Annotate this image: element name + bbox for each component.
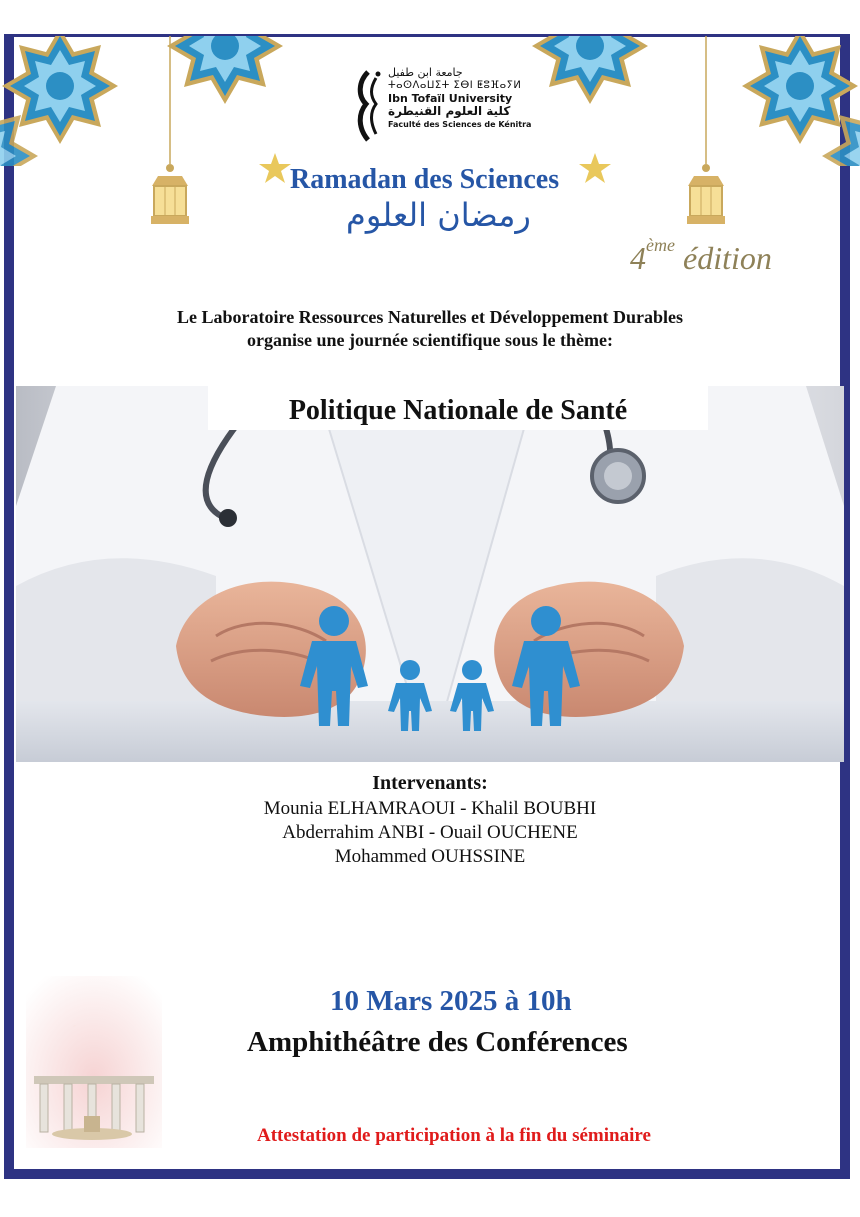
logo-arabic-university: جامعة ابن طفيل: [388, 66, 463, 79]
logo-tifinagh: ⵜⴰⵙⴷⴰⵡⵉⵜ ⵉⴱⵏ ⵟⵓⴼⴰⵢⵍ: [388, 80, 522, 91]
university-logo: جامعة ابن طفيل ⵜⴰⵙⴷⴰⵡⵉⵜ ⵉⴱⵏ ⵟⵓⴼⴰⵢⵍ Ibn T…: [354, 66, 531, 146]
intro-line-2: organise une journée scientifique sous l…: [247, 330, 613, 350]
lantern-left-icon: [151, 36, 189, 224]
edition-number: 4: [630, 240, 646, 276]
attendance-notice: Attestation de participation à la fin du…: [257, 1125, 651, 1146]
speakers-heading: Intervenants:: [372, 772, 488, 794]
ramadan-night-illustration: [26, 976, 162, 1148]
speaker-line-1: Mounia ELHAMRAOUI - Khalil BOUBHI: [263, 798, 597, 819]
logo-arabic-faculty: كلية العلوم القنيطرة: [388, 104, 511, 118]
edition-word: édition: [682, 240, 772, 276]
lantern-right-icon: [687, 36, 725, 224]
speaker-line-3: Mohammed OUHSSINE: [334, 846, 526, 867]
event-title-ar: رمضان العلوم: [346, 196, 531, 234]
health-illustration: [16, 386, 844, 762]
edition-label: 4ème édition: [630, 235, 772, 277]
event-title-fr: Ramadan des Sciences: [290, 164, 560, 195]
event-place: Amphithéâtre des Conférences: [247, 1026, 628, 1058]
theme-title: Politique Nationale de Santé: [208, 386, 708, 430]
logo-faculty-name: Faculté des Sciences de Kénitra: [388, 120, 532, 129]
speaker-line-2: Abderrahim ANBI - Ouail OUCHENE: [282, 822, 578, 843]
intro-line-1: Le Laboratoire Ressources Naturelles et …: [177, 307, 683, 327]
sparkle-star-right-icon: [579, 153, 611, 183]
university-emblem-icon: [357, 70, 381, 142]
edition-superscript: ème: [646, 235, 675, 256]
doctor-hands-family-image: [16, 386, 844, 762]
sparkle-star-left-icon: [259, 153, 291, 183]
event-date: 10 Mars 2025 à 10h: [330, 985, 572, 1017]
